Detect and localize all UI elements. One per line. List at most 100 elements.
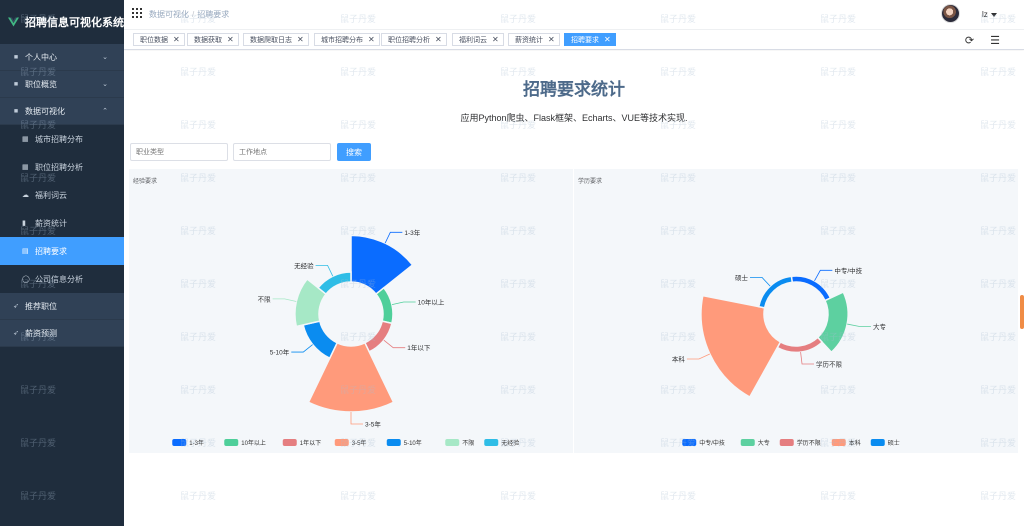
sidebar-item-label: 城市招聘分布 xyxy=(35,134,83,144)
label-line xyxy=(315,264,334,277)
legend-swatch[interactable] xyxy=(484,439,499,446)
experience-chart-panel: 经验要求 1-3年 10年以上 1年以下 3-5年 5-10年 不限 无经验 1-3年 10年以… xyxy=(129,169,573,453)
legend-label[interactable]: 中专/中技 xyxy=(699,439,725,447)
close-icon[interactable]: ✕ xyxy=(297,35,304,44)
close-icon[interactable]: ✕ xyxy=(173,35,180,44)
pie-slice[interactable] xyxy=(302,320,339,360)
chevron-down-icon: ⌄ xyxy=(102,54,108,61)
close-icon[interactable]: ✕ xyxy=(548,35,555,44)
scroll-handle[interactable] xyxy=(1020,295,1024,329)
legend-label[interactable]: 大专 xyxy=(758,439,770,447)
close-icon[interactable]: ✕ xyxy=(492,35,499,44)
legend-label[interactable]: 本科 xyxy=(849,439,861,447)
legend-swatch[interactable] xyxy=(779,439,794,446)
tag-job-analysis[interactable]: 职位招聘分析 ✕ xyxy=(381,33,447,46)
sidebar-item-visualization[interactable]: ■ 数据可视化 ⌃ xyxy=(0,98,124,125)
pie-slice[interactable] xyxy=(776,336,824,354)
tag-salary-stats[interactable]: 薪资统计 ✕ xyxy=(508,33,560,46)
legend-swatch[interactable] xyxy=(831,439,846,446)
education-chart-panel: 学历要求 中专/中技 大专 学历不限 本科 硕士 中专/中技 大专 学历不限 本科 硕士 xyxy=(574,169,1018,453)
pie-slice[interactable] xyxy=(317,271,352,296)
legend-swatch[interactable] xyxy=(282,439,297,446)
sidebar-item-salary-stats[interactable]: ▮ 薪资统计 xyxy=(0,209,124,237)
pie-slice[interactable] xyxy=(816,291,849,354)
legend-label[interactable]: 不限 xyxy=(462,439,474,447)
tag-city-distribution[interactable]: 城市招聘分布 ✕ xyxy=(314,33,380,46)
pie-slice[interactable] xyxy=(757,275,794,309)
close-icon[interactable]: ✕ xyxy=(435,35,442,44)
breadcrumb: 数据可视化 / 招聘要求 xyxy=(149,9,229,20)
hamburger-icon[interactable] xyxy=(132,8,142,18)
slice-label: 无经验 xyxy=(294,261,314,270)
label-line xyxy=(800,352,815,365)
legend-swatch[interactable] xyxy=(334,439,349,446)
chevron-up-icon: ⌃ xyxy=(102,108,108,115)
search-button[interactable]: 搜索 xyxy=(337,143,371,161)
legend-label[interactable]: 硕士 xyxy=(888,439,900,447)
legend-label[interactable]: 3-5年 xyxy=(352,439,367,447)
location-input[interactable] xyxy=(233,143,331,161)
settings-icon[interactable]: ☰ xyxy=(990,34,1000,47)
tag-welfare-cloud[interactable]: 福利词云 ✕ xyxy=(452,33,504,46)
chart-icon: ■ xyxy=(13,107,19,115)
pie-slice[interactable] xyxy=(700,294,782,399)
tag-label: 职位招聘分析 xyxy=(388,36,430,44)
sidebar-item-salary-predict[interactable]: ➶ 薪资预测 xyxy=(0,320,124,347)
tag-crawl-log[interactable]: 数据爬取日志 ✕ xyxy=(243,33,309,46)
slice-label: 大专 xyxy=(873,322,887,331)
tag-data-fetch[interactable]: 数据获取 ✕ xyxy=(187,33,239,46)
tags-tools: ⟳ ☰ xyxy=(965,34,1000,47)
sidebar-item-jobs[interactable]: ■ 职位概览 ⌄ xyxy=(0,71,124,98)
username: lz xyxy=(982,10,988,19)
close-icon[interactable]: ✕ xyxy=(604,35,611,44)
send-icon: ➶ xyxy=(13,330,19,337)
pie-slice[interactable] xyxy=(374,286,394,325)
legend-swatch[interactable] xyxy=(445,439,460,446)
legend-label[interactable]: 1年以下 xyxy=(300,439,321,447)
experience-chart: 1-3年10年以上1年以下3-5年5-10年不限无经验1-3年 10年以上 1年以下… xyxy=(172,228,519,447)
job-type-input[interactable] xyxy=(130,143,228,161)
sidebar-item-city-distribution[interactable]: ▦ 城市招聘分布 xyxy=(0,125,124,153)
sidebar-item-requirements[interactable]: ▤ 招聘要求 xyxy=(0,237,124,265)
brand[interactable]: 招聘信息可视化系统 xyxy=(0,0,124,44)
legend-swatch[interactable] xyxy=(224,439,239,446)
sidebar-item-company-analysis[interactable]: ◯ 公司信息分析 xyxy=(0,265,124,293)
sidebar-item-profile[interactable]: ■ 个人中心 ⌄ xyxy=(0,44,124,71)
label-line xyxy=(350,412,363,425)
close-icon[interactable]: ✕ xyxy=(227,35,234,44)
legend-label[interactable]: 无经验 xyxy=(501,439,519,447)
legend-label[interactable]: 10年以上 xyxy=(241,439,266,447)
tag-label: 城市招聘分布 xyxy=(321,36,363,44)
grid-icon: ▦ xyxy=(22,136,29,143)
legend-swatch[interactable] xyxy=(172,439,187,446)
legend-label[interactable]: 学历不限 xyxy=(797,439,821,447)
breadcrumb-item[interactable]: 数据可视化 xyxy=(149,10,189,19)
label-line xyxy=(847,323,871,327)
user-menu[interactable]: lz xyxy=(982,10,997,19)
sidebar-item-job-analysis[interactable]: ▦ 职位招聘分析 xyxy=(0,153,124,181)
label-line xyxy=(272,298,297,302)
sidebar-item-welfare-cloud[interactable]: ☁ 福利词云 xyxy=(0,181,124,209)
legend-swatch[interactable] xyxy=(386,439,401,446)
pie-slice[interactable] xyxy=(350,234,414,296)
slice-label: 学历不限 xyxy=(816,360,843,369)
legend-label[interactable]: 1-3年 xyxy=(189,439,204,447)
tag-label: 职位数据 xyxy=(140,36,168,44)
sidebar-item-recommend[interactable]: ➶ 推荐职位 xyxy=(0,293,124,320)
legend-swatch[interactable] xyxy=(682,439,697,446)
close-icon[interactable]: ✕ xyxy=(368,35,375,44)
sidebar-item-label: 公司信息分析 xyxy=(35,274,83,284)
avatar[interactable] xyxy=(941,4,960,23)
cloud-icon: ☁ xyxy=(22,192,29,199)
navbar: 数据可视化 / 招聘要求 lz xyxy=(124,0,1024,30)
legend-label[interactable]: 5-10年 xyxy=(404,439,422,447)
legend-swatch[interactable] xyxy=(740,439,755,446)
tag-job-data[interactable]: 职位数据 ✕ xyxy=(133,33,185,46)
sidebar-item-label: 薪资统计 xyxy=(35,218,67,228)
pie-slice[interactable] xyxy=(790,275,832,302)
tag-requirements[interactable]: 招聘要求 ✕ xyxy=(564,33,616,46)
refresh-icon[interactable]: ⟳ xyxy=(965,34,974,47)
legend-swatch[interactable] xyxy=(870,439,885,446)
pie-slice[interactable] xyxy=(363,320,393,353)
send-icon: ➶ xyxy=(13,303,19,310)
